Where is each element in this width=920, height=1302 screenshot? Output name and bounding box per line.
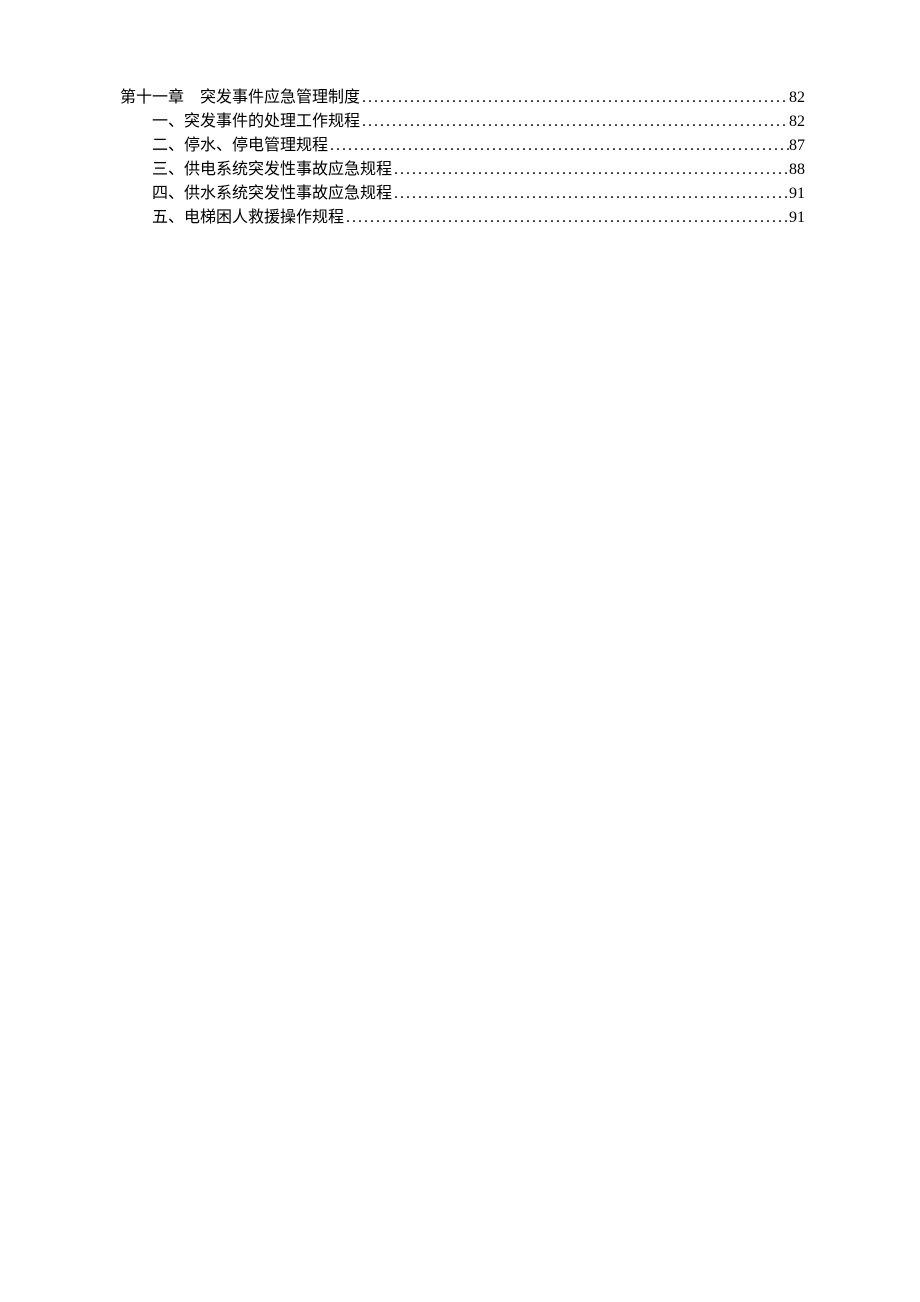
toc-dots <box>392 158 789 182</box>
toc-entry-section: 三、供电系统突发性事故应急规程 88 <box>120 158 805 182</box>
toc-page: 91 <box>789 182 805 206</box>
toc-entry-section: 一、突发事件的处理工作规程 82 <box>120 110 805 134</box>
toc-container: 第十一章 突发事件应急管理制度 82 一、突发事件的处理工作规程 82 二、停水… <box>120 86 805 230</box>
toc-title: 第十一章 突发事件应急管理制度 <box>120 86 360 110</box>
toc-dots <box>328 134 789 158</box>
toc-title: 二、停水、停电管理规程 <box>152 134 328 158</box>
toc-page: 82 <box>789 86 805 110</box>
toc-dots <box>360 110 789 134</box>
toc-entry-chapter: 第十一章 突发事件应急管理制度 82 <box>120 86 805 110</box>
toc-page: 88 <box>789 158 805 182</box>
toc-title: 四、供水系统突发性事故应急规程 <box>152 182 392 206</box>
toc-entry-section: 二、停水、停电管理规程 87 <box>120 134 805 158</box>
toc-dots <box>392 182 789 206</box>
toc-entry-section: 四、供水系统突发性事故应急规程 91 <box>120 182 805 206</box>
toc-title: 五、电梯困人救援操作规程 <box>152 206 344 230</box>
toc-page: 91 <box>789 206 805 230</box>
toc-dots <box>344 206 789 230</box>
toc-title: 一、突发事件的处理工作规程 <box>152 110 360 134</box>
toc-page: 82 <box>789 110 805 134</box>
toc-page: 87 <box>789 134 805 158</box>
toc-entry-section: 五、电梯困人救援操作规程 91 <box>120 206 805 230</box>
toc-dots <box>360 86 789 110</box>
toc-title: 三、供电系统突发性事故应急规程 <box>152 158 392 182</box>
